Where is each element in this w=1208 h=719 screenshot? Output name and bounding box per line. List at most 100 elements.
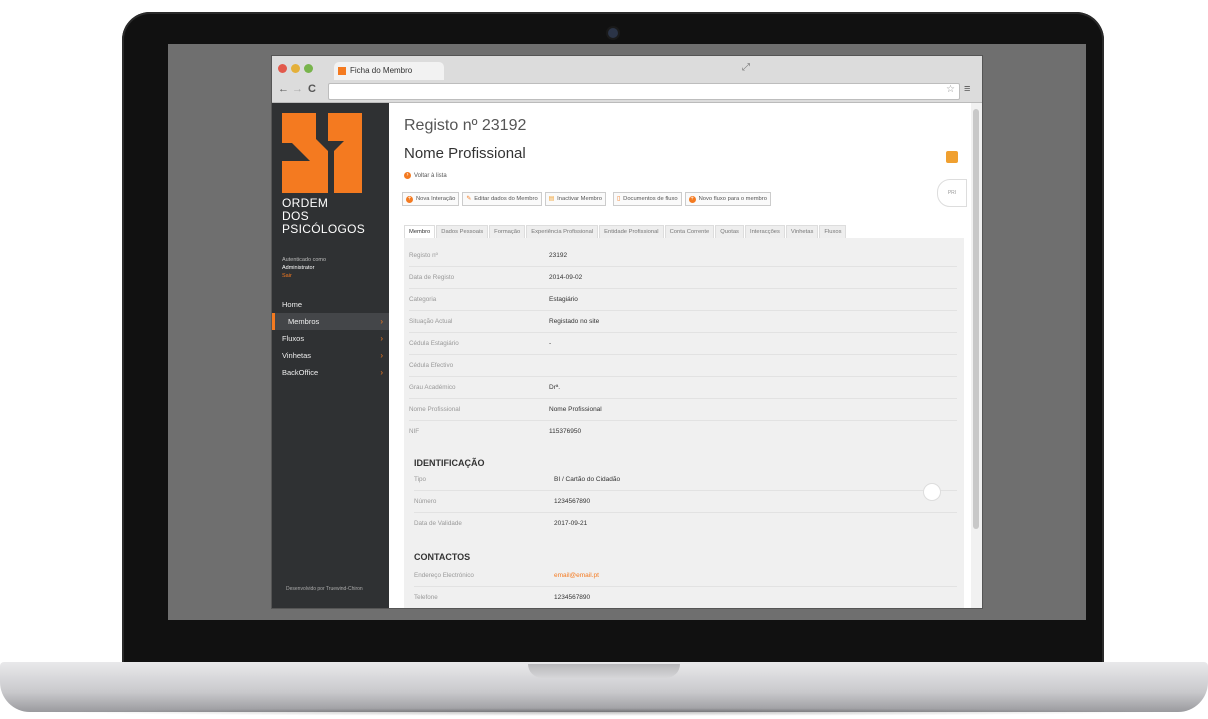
chevron-right-icon: › [380,317,383,326]
sidebar-item-label: Home [282,300,303,309]
browser-tab[interactable]: Ficha do Membro [334,62,444,80]
sidebar: ORDEM DOS PSICÓLOGOS Autenticado como Ad… [272,103,389,608]
field-value: Drª. [549,384,561,391]
camera [608,28,618,38]
field-row: Situação Actual Registado no site [409,312,957,333]
trash-icon: ▤ [548,196,555,202]
field-value: 23192 [549,252,568,259]
forward-arrow-icon[interactable]: → [292,83,303,95]
auth-info: Autenticado como Administrator Sair [282,256,326,280]
page-title: Registo nº 23192 [404,117,527,134]
sidebar-item-membros[interactable]: Membros › [272,313,389,330]
edit-member-button[interactable]: ✎ Editar dados do Membro [462,192,542,206]
sidebar-item-home[interactable]: Home [272,296,389,313]
field-label: Cédula Efectivo [409,362,454,369]
field-label: Registo nº [409,252,438,259]
close-window-button[interactable] [278,64,287,73]
flow-documents-button[interactable]: ▯ Documentos de fluxo [612,192,682,206]
browser-chrome: Ficha do Membro ⤢ ← → C ☆ ≡ [272,56,982,103]
action-toolbar: + Nova Interação ✎ Editar dados do Membro … [402,192,771,206]
auth-user: Administrator [282,265,315,271]
chevron-right-icon: › [380,368,383,377]
expand-icon[interactable]: ⤢ [742,62,750,73]
button-label: Editar dados do Membro [474,196,538,202]
new-interaction-button[interactable]: + Nova Interação [402,192,460,206]
sidebar-item-backoffice[interactable]: BackOffice › [272,364,389,381]
back-arrow-icon[interactable]: ← [278,83,289,95]
sidebar-item-fluxos[interactable]: Fluxos › [272,330,389,347]
deactivate-member-button[interactable]: ▤ Inactivar Membro [544,192,606,206]
menu-icon[interactable]: ≡ [964,83,970,95]
tab-formacao[interactable]: Formação [489,225,526,239]
maximize-window-button[interactable] [304,64,313,73]
auth-label: Autenticado como [282,257,327,263]
sidebar-item-label: Vinhetas [282,351,312,360]
developer-credit: Desenvolvido por Truewind-Chiron [286,586,363,592]
field-row: Categoria Estagiário [409,290,957,311]
field-row: Nome Profissional Nome Profissional [409,400,957,421]
sidebar-item-vinhetas[interactable]: Vinhetas › [272,347,389,364]
tab-interaccoes[interactable]: Interacções [744,225,785,239]
field-row: Data de Validade 2017-09-21 [414,514,957,534]
field-label: Cédula Estagiário [409,340,459,347]
tab-entidade-profissional[interactable]: Entidade Profissional [599,225,664,239]
minimize-window-button[interactable] [291,64,300,73]
scrollbar[interactable] [971,103,982,608]
field-value: 2017-09-21 [554,520,588,527]
scrollbar-thumb[interactable] [973,109,979,529]
tab-membro[interactable]: Membro [404,225,436,239]
field-row: Data de Registo 2014-09-02 [409,268,957,289]
button-label: Inactivar Membro [557,196,602,202]
field-label: Data de Registo [409,274,455,281]
section-title-identificacao: IDENTIFICAÇÃO [414,458,485,468]
navigation-bar: ← → C ☆ ≡ [272,80,982,102]
email-link[interactable]: email@email.pt [554,572,599,579]
field-label: Grau Académico [409,384,456,391]
field-row: Grau Académico Drª. [409,378,957,399]
address-bar[interactable]: ☆ [328,83,960,100]
section-title-contactos: CONTACTOS [414,552,471,562]
tab-title: Ficha do Membro [350,66,413,75]
bookmark-star-icon[interactable]: ☆ [946,84,955,95]
tab-conta-corrente[interactable]: Conta Corrente [664,225,715,239]
field-row: Número 1234567890 [414,492,957,513]
logo-icon [282,113,362,193]
back-to-list-label: Voltar à lista [414,172,447,179]
main-content: Registo nº 23192 Nome Profissional › Vol… [389,103,969,608]
field-row: Registo nº 23192 [409,246,957,267]
field-label: Telefone [414,594,438,601]
org-name-line: PSICÓLOGOS [282,222,366,236]
tab-dados-pessoais[interactable]: Dados Pessoais [436,225,489,239]
field-label: Tipo [414,476,427,483]
circle-toggle[interactable] [923,483,941,501]
field-label: NIF [409,428,420,435]
sidebar-item-label: Membros [288,317,320,326]
tab-experiencia-profissional[interactable]: Experiência Profissional [526,225,599,239]
favicon-icon [338,67,346,75]
side-tab[interactable]: PRI [937,179,967,207]
field-row: Tipo BI / Cartão do Cidadão [414,470,957,491]
plus-circle-icon: + [688,195,696,203]
button-label: Novo fluxo para o membro [698,196,767,202]
edit-icon: ✎ [466,196,472,202]
browser-window: Ficha do Membro ⤢ ← → C ☆ ≡ ORDEM DOS PS… [272,56,982,608]
field-label: Categoria [409,296,437,303]
tab-fluxos[interactable]: Fluxos [819,225,847,239]
chevron-right-icon: › [380,351,383,360]
reload-icon[interactable]: C [308,83,316,95]
org-name: ORDEM DOS PSICÓLOGOS [282,197,365,236]
tab-vinhetas[interactable]: Vinhetas [785,225,819,239]
field-row: Cédula Efectivo [409,356,957,377]
back-to-list-link[interactable]: › Voltar à lista [404,172,447,179]
logout-link[interactable]: Sair [282,272,326,280]
sidebar-nav: Home Membros › Fluxos › Vinhetas › BackOffi… [272,296,389,381]
field-value: 2014-09-02 [549,274,583,281]
print-icon[interactable] [946,151,958,163]
button-label: Nova Interação [416,196,456,202]
circle-arrow-icon: › [404,172,411,179]
tab-quotas[interactable]: Quotas [715,225,744,239]
new-flow-button[interactable]: + Novo fluxo para o membro [684,192,771,206]
field-row: NIF 115376950 [409,422,957,442]
field-value: 115376950 [549,428,582,435]
field-value: - [549,340,552,347]
